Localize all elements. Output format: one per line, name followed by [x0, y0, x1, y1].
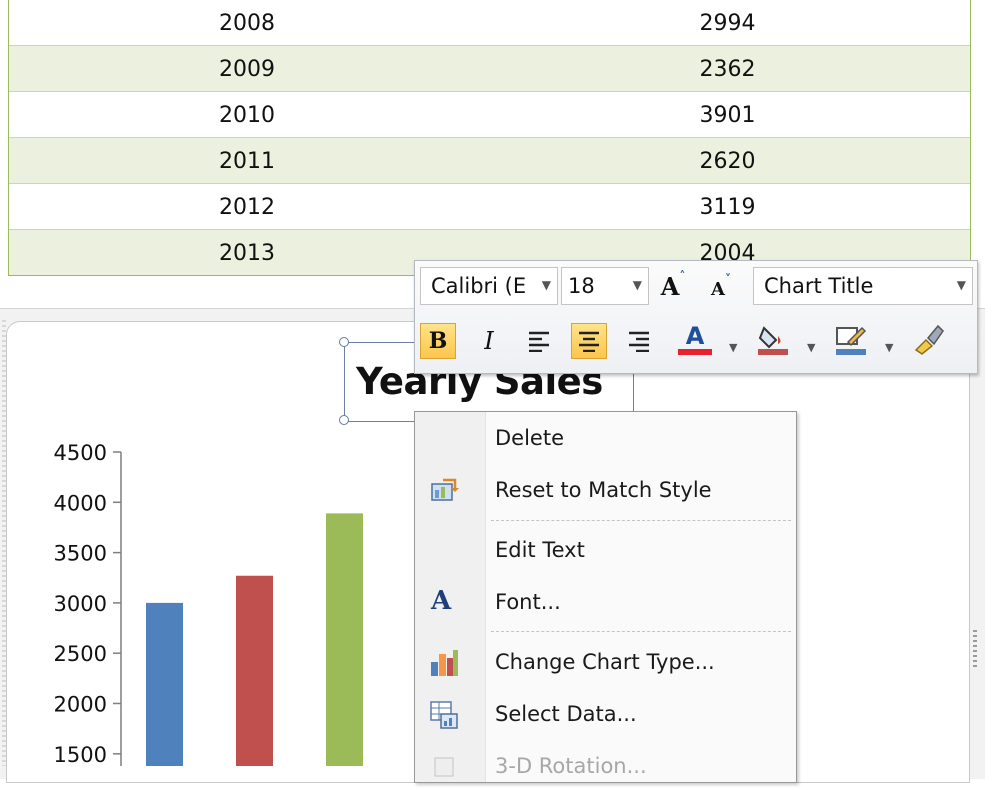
menu-separator: [491, 631, 791, 632]
format-painter-icon[interactable]: [911, 321, 947, 357]
chart-element-select[interactable]: Chart Title ▼: [753, 267, 973, 305]
y-axis-tick-label: 1500: [54, 743, 107, 766]
y-axis-tick-label: 4500: [54, 441, 107, 465]
chevron-down-icon[interactable]: ▼: [885, 341, 893, 354]
chart-bar[interactable]: [236, 575, 273, 766]
menu-item-label: Select Data...: [495, 702, 637, 726]
select-data-icon: [429, 700, 459, 730]
align-left-icon[interactable]: [521, 323, 557, 359]
menu-item-label: Change Chart Type...: [495, 650, 715, 674]
chevron-down-icon[interactable]: ▼: [542, 278, 551, 292]
context-menu: Delete Reset to Match Style Edit Text A …: [414, 411, 797, 783]
chevron-down-icon[interactable]: ▼: [633, 278, 642, 292]
fill-color-icon[interactable]: [755, 321, 791, 357]
menu-item-edit-text[interactable]: Edit Text: [415, 530, 796, 574]
y-axis-tick-label: 4000: [54, 491, 107, 515]
menu-item-delete[interactable]: Delete: [415, 418, 796, 462]
menu-item-reset-style[interactable]: Reset to Match Style: [415, 470, 796, 514]
font-name-value: Calibri (E: [431, 274, 527, 298]
menu-item-label: Edit Text: [495, 538, 585, 562]
font-color-icon[interactable]: A: [677, 321, 713, 357]
chevron-down-icon[interactable]: ▼: [957, 278, 966, 292]
menu-item-change-chart-type[interactable]: Change Chart Type...: [415, 642, 796, 686]
menu-item-font[interactable]: A Font...: [415, 582, 796, 626]
font-name-combo[interactable]: Calibri (E ▼: [420, 267, 558, 305]
chart-element-value: Chart Title: [764, 274, 874, 298]
rotation-icon: [429, 752, 459, 782]
shrink-font-icon[interactable]: A ˅: [703, 271, 739, 307]
align-center-icon[interactable]: [571, 323, 607, 359]
bold-icon[interactable]: B: [420, 323, 456, 359]
y-axis-tick-label: 3000: [54, 592, 107, 616]
chart-bar[interactable]: [146, 602, 183, 766]
menu-item-label: Delete: [495, 426, 564, 450]
menu-item-3d-rotation: 3-D Rotation...: [415, 746, 796, 790]
mini-toolbar: Calibri (E ▼ 18 ▼ A ˄ A ˅ Chart Title ▼ B …: [414, 260, 978, 374]
menu-item-select-data[interactable]: Select Data...: [415, 694, 796, 738]
menu-item-label: Reset to Match Style: [495, 478, 712, 502]
chart-bar[interactable]: [326, 513, 363, 766]
chart-type-icon: [429, 648, 459, 678]
reset-style-icon: [429, 476, 459, 506]
selection-handle[interactable]: [339, 415, 349, 425]
grow-font-icon[interactable]: A ˄: [655, 268, 691, 304]
menu-separator: [491, 520, 791, 521]
menu-item-label: 3-D Rotation...: [495, 754, 647, 778]
y-axis-tick-label: 2000: [54, 693, 107, 717]
y-axis-tick-label: 3500: [54, 542, 107, 566]
chevron-down-icon[interactable]: ▼: [729, 341, 737, 354]
italic-icon[interactable]: I: [471, 323, 507, 359]
font-icon: A: [431, 586, 452, 616]
font-size-value: 18: [568, 274, 595, 298]
font-size-combo[interactable]: 18 ▼: [561, 267, 649, 305]
menu-item-label: Font...: [495, 590, 561, 614]
selection-handle[interactable]: [339, 337, 349, 347]
outline-color-icon[interactable]: [833, 321, 869, 357]
y-axis-tick-label: 2500: [54, 642, 107, 666]
chevron-down-icon[interactable]: ▼: [807, 341, 815, 354]
align-right-icon[interactable]: [621, 323, 657, 359]
